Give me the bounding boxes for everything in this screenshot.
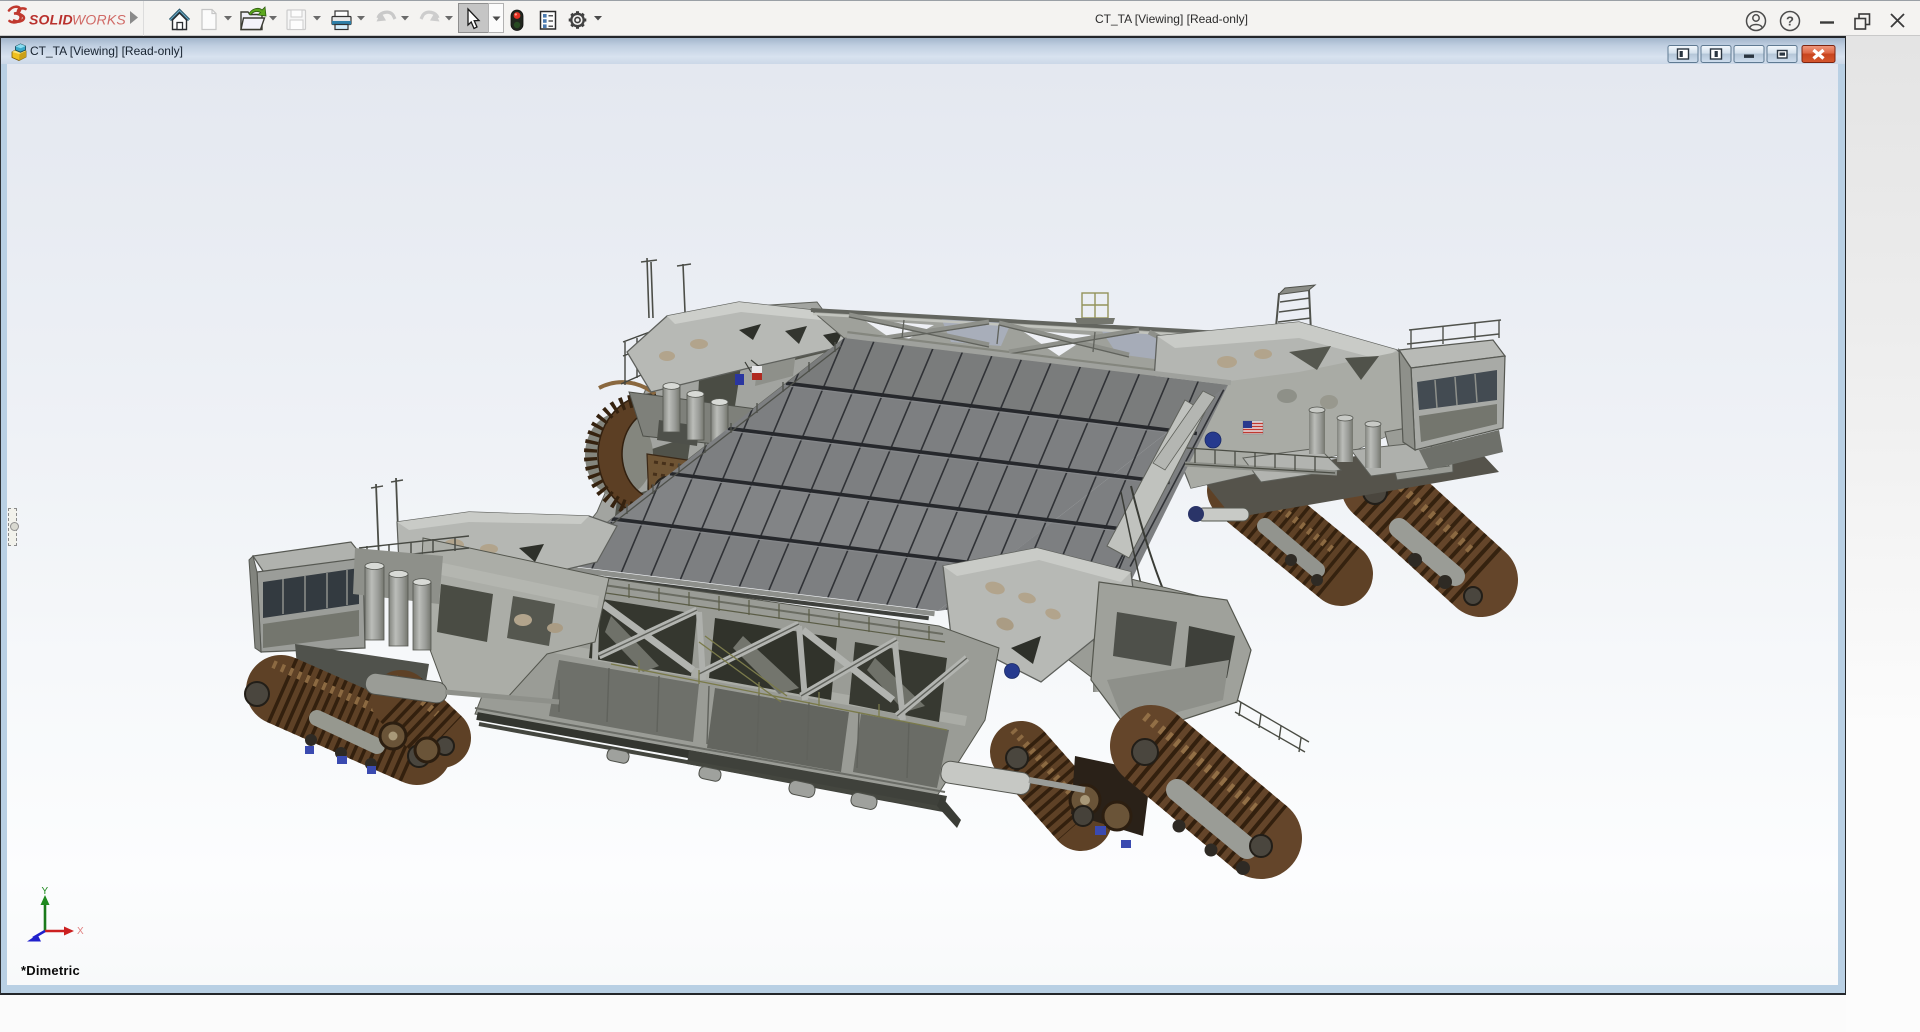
svg-text:SOLID: SOLID (29, 12, 73, 28)
svg-text:WORKS: WORKS (72, 12, 126, 28)
svg-text:Y: Y (42, 886, 49, 897)
svg-text:?: ? (1786, 14, 1794, 29)
svg-text:X: X (77, 926, 84, 937)
